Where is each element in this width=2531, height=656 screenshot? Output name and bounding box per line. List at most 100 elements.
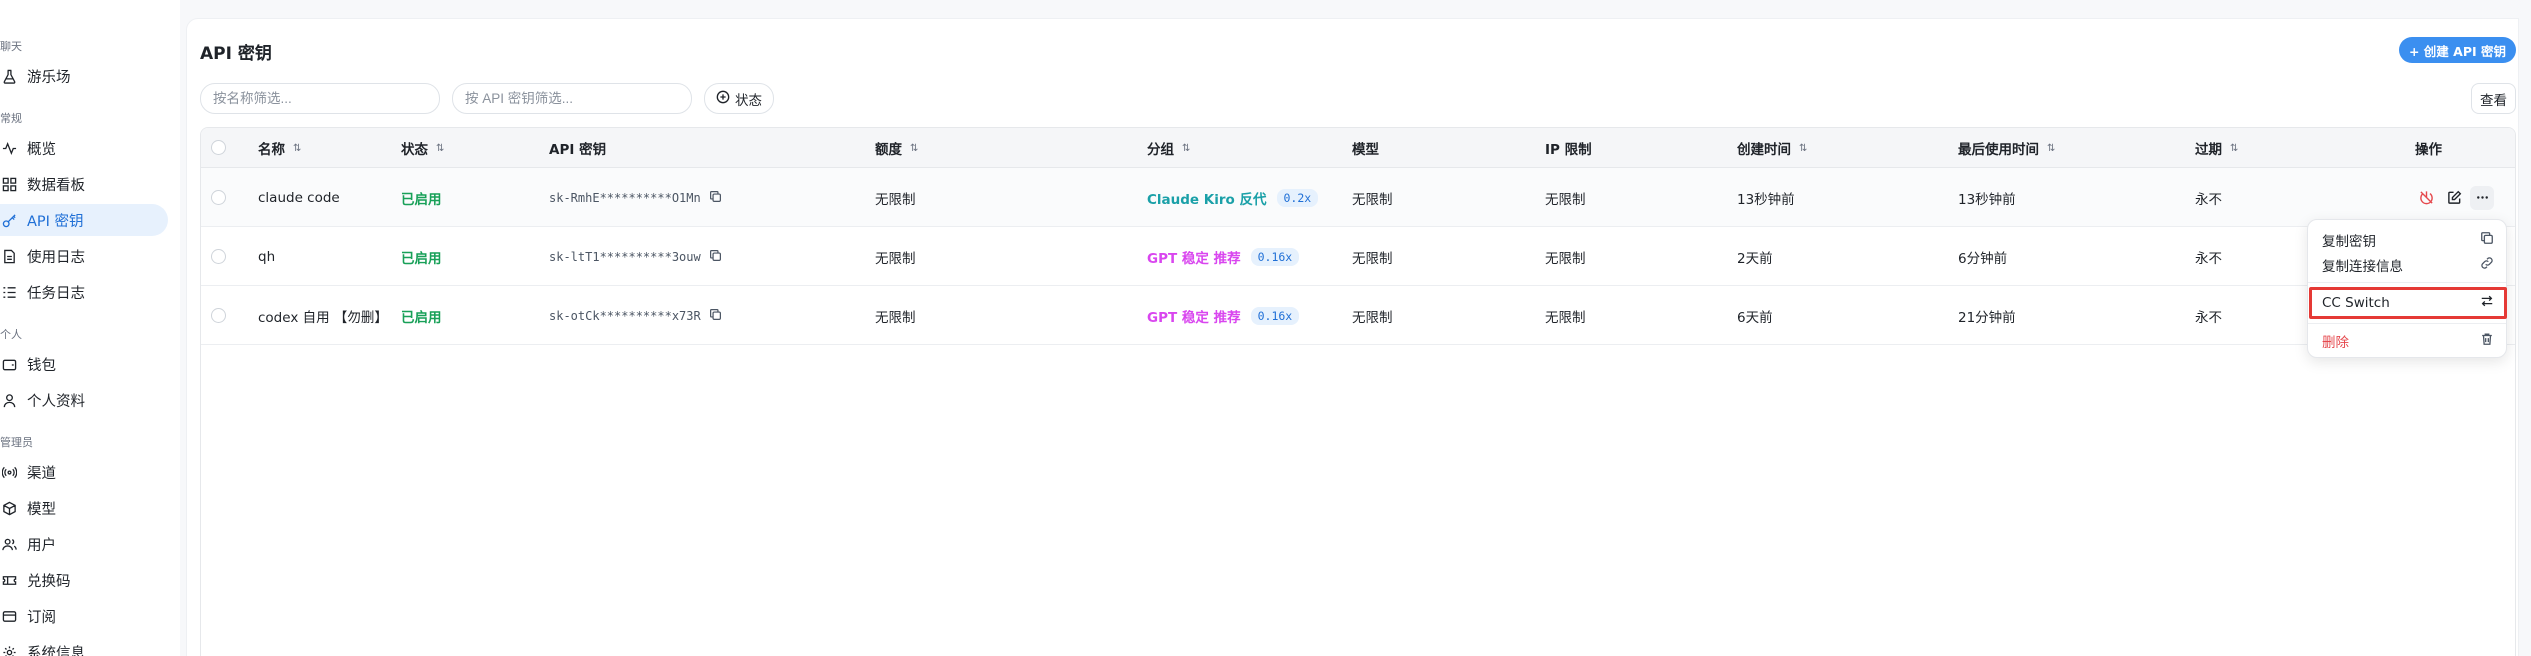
sidebar-item-label: API 密钥 (27, 213, 84, 230)
column-header-name[interactable]: 名称 ⇅ (258, 128, 301, 168)
sidebar-item-models[interactable]: 模型 (0, 492, 168, 524)
cc-switch-menu-item[interactable]: CC Switch (2309, 287, 2507, 319)
ratio-badge: 0.2x (1276, 188, 1319, 207)
sort-icon: ⇅ (2047, 142, 2056, 154)
copy-connection-menu-item[interactable]: 复制连接信息 (2314, 252, 2502, 278)
sidebar-item-usage-logs[interactable]: 使用日志 (0, 240, 168, 272)
dashboard-icon (2, 177, 17, 192)
more-options-icon[interactable] (2470, 185, 2494, 210)
column-header-last-used[interactable]: 最后使用时间 ⇅ (1958, 128, 2055, 168)
status-badge: 已启用 (401, 250, 442, 267)
api-key-cell: sk-RmhE**********O1Mn (549, 168, 722, 227)
sidebar-item-redeem-codes[interactable]: 兑换码 (0, 564, 168, 596)
view-button-label: 查看 (2480, 92, 2507, 109)
key-name: claude code (258, 189, 340, 206)
plus-circle-icon (716, 90, 730, 108)
row-checkbox[interactable] (211, 190, 226, 205)
copy-icon[interactable] (709, 308, 722, 324)
sidebar-item-overview[interactable]: 概览 (0, 132, 168, 164)
column-header-group[interactable]: 分组 ⇅ (1147, 128, 1190, 168)
copy-icon[interactable] (709, 249, 722, 265)
sidebar-item-label: 钱包 (27, 357, 56, 374)
sidebar-item-label: 概览 (27, 141, 56, 158)
key-icon (2, 213, 17, 228)
api-key-cell: sk-ltT1**********3ouw (549, 227, 722, 286)
disable-icon[interactable] (2414, 186, 2438, 210)
ratio-badge: 0.16x (1250, 306, 1300, 325)
group-cell: Claude Kiro 反代 0.2x (1147, 168, 1319, 227)
name-filter-input[interactable] (200, 83, 440, 114)
sidebar-item-label: 任务日志 (27, 285, 85, 302)
menu-item-label: 删除 (2322, 335, 2349, 351)
column-label: API 密钥 (549, 142, 607, 158)
create-api-key-button[interactable]: + 创建 API 密钥 (2399, 37, 2516, 63)
table-row[interactable]: claude code 已启用 sk-RmhE**********O1Mn 无限… (201, 168, 2515, 227)
column-label: IP 限制 (1545, 142, 1592, 158)
sidebar-item-label: 兑换码 (27, 573, 71, 590)
copy-icon[interactable] (709, 190, 722, 206)
quota-cell: 无限制 (875, 309, 916, 326)
edit-icon[interactable] (2442, 186, 2466, 210)
table-row[interactable]: qh 已启用 sk-ltT1**********3ouw 无限制 GPT 稳定 … (201, 227, 2515, 286)
ip-limit-cell: 无限制 (1545, 250, 1586, 267)
row-checkbox[interactable] (211, 308, 226, 323)
column-header-expires[interactable]: 过期 ⇅ (2195, 128, 2238, 168)
quota-cell: 无限制 (875, 250, 916, 267)
api-key-value: sk-RmhE**********O1Mn (549, 190, 701, 205)
sort-icon: ⇅ (910, 142, 919, 154)
view-options-button[interactable]: 查看 (2471, 83, 2516, 114)
sidebar-item-profile[interactable]: 个人资料 (0, 384, 168, 416)
api-key-cell: sk-otCk**********x73R (549, 286, 722, 345)
copy-key-menu-item[interactable]: 复制密钥 (2314, 227, 2502, 253)
api-key-value: sk-ltT1**********3ouw (549, 249, 701, 264)
section-title-personal: 个人 (0, 329, 22, 341)
sidebar-item-users[interactable]: 用户 (0, 528, 168, 560)
expires-cell: 永不 (2195, 191, 2222, 208)
sidebar-item-playground[interactable]: 游乐场 (0, 60, 168, 92)
sidebar-item-subscriptions[interactable]: 订阅 (0, 600, 168, 632)
group-cell: GPT 稳定 推荐 0.16x (1147, 286, 1300, 345)
models-cell: 无限制 (1352, 191, 1393, 208)
sort-icon: ⇅ (1182, 142, 1191, 154)
row-checkbox[interactable] (211, 249, 226, 264)
column-header-ip-limit: IP 限制 (1545, 128, 1592, 168)
main-panel: API 密钥 + 创建 API 密钥 状态 查看 名称 ⇅ 状态 ⇅ API 密钥 … (186, 18, 2519, 656)
table-row[interactable]: codex 自用 【勿删】 已启用 sk-otCk**********x73R … (201, 286, 2515, 345)
select-all-checkbox[interactable] (211, 140, 226, 155)
sidebar-item-api-keys[interactable]: API 密钥 (0, 204, 168, 236)
column-label: 模型 (1352, 142, 1379, 158)
key-filter-input[interactable] (452, 83, 692, 114)
box-icon (2, 501, 17, 516)
group-name: GPT 稳定 推荐 (1147, 309, 1241, 326)
ticket-icon (2, 573, 17, 588)
expires-cell: 永不 (2195, 250, 2222, 267)
menu-item-label: 复制连接信息 (2322, 259, 2403, 275)
radio-icon (2, 465, 17, 480)
group-name: GPT 稳定 推荐 (1147, 250, 1241, 267)
delete-menu-item[interactable]: 删除 (2314, 328, 2502, 354)
column-label: 过期 (2195, 142, 2222, 158)
section-title-general: 常规 (0, 113, 22, 125)
trash-icon (2480, 332, 2494, 350)
settings-icon (2, 645, 17, 656)
column-header-created[interactable]: 创建时间 ⇅ (1737, 128, 1807, 168)
sidebar-item-channels[interactable]: 渠道 (0, 456, 168, 488)
status-filter-button[interactable]: 状态 (704, 83, 774, 114)
menu-item-label: 复制密钥 (2322, 234, 2376, 250)
sidebar-item-dashboard[interactable]: 数据看板 (0, 168, 168, 200)
create-button-label: + 创建 API 密钥 (2408, 43, 2506, 59)
sidebar-item-label: 使用日志 (27, 249, 85, 266)
sidebar-item-system-info[interactable]: 系统信息 (0, 636, 168, 656)
flask-icon (2, 69, 17, 84)
sidebar-item-wallet[interactable]: 钱包 (0, 348, 168, 380)
user-icon (2, 393, 17, 408)
status-badge: 已启用 (401, 191, 442, 208)
column-header-quota[interactable]: 额度 ⇅ (875, 128, 918, 168)
column-header-status[interactable]: 状态 ⇅ (401, 128, 444, 168)
ratio-badge: 0.16x (1250, 247, 1300, 266)
table-header: 名称 ⇅ 状态 ⇅ API 密钥 额度 ⇅ 分组 ⇅ 模型 IP 限制 创建时间 ⇅ 最后… (201, 128, 2515, 168)
column-label: 最后使用时间 (1958, 142, 2039, 158)
sidebar-item-task-logs[interactable]: 任务日志 (0, 276, 168, 308)
column-label: 操作 (2415, 142, 2442, 158)
page-title: API 密钥 (200, 44, 272, 64)
